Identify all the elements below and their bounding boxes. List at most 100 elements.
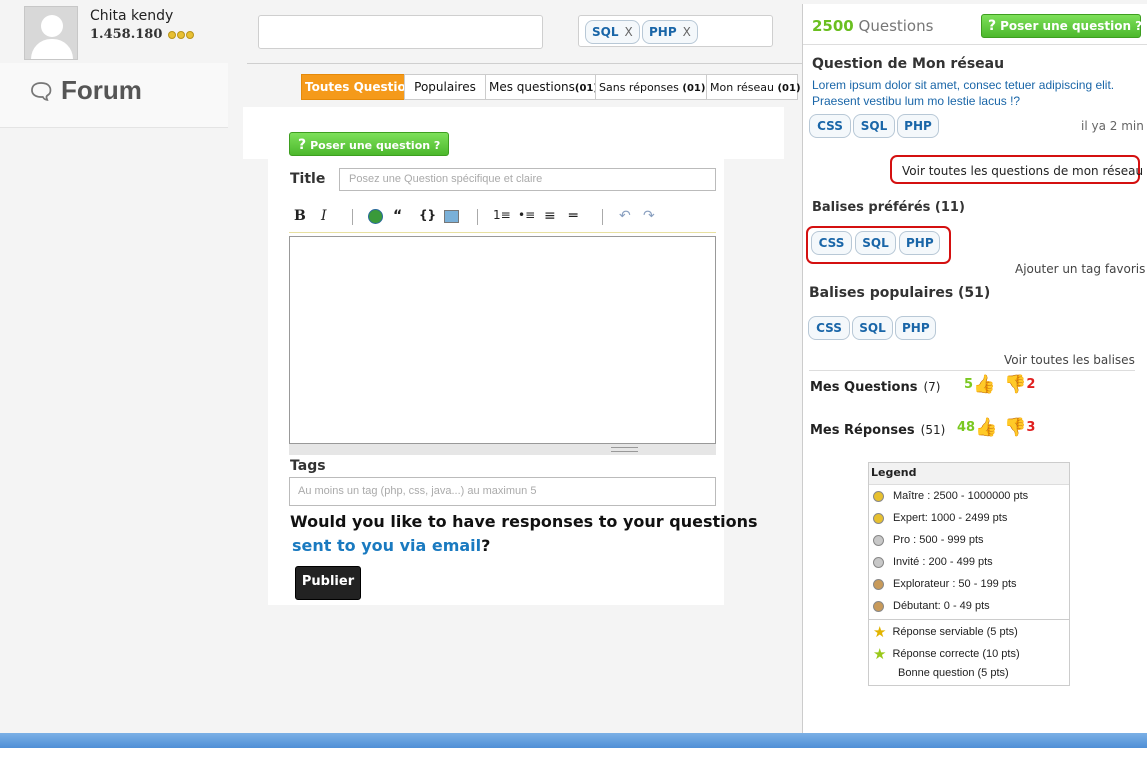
question-icon: ? — [298, 137, 307, 153]
thumbs-up-icon: 👍 — [973, 374, 996, 395]
undo-button[interactable]: ↶ — [619, 208, 631, 224]
title-input[interactable]: Posez une Question spécifique et claire — [339, 168, 716, 191]
code-button[interactable]: {} — [419, 208, 436, 222]
legend-rank-row: Expert: 1000 - 2499 pts — [873, 512, 1007, 524]
tag-filter-chip-php[interactable]: PHP X — [642, 20, 698, 44]
editor-resize-handle[interactable] — [289, 444, 716, 455]
tag-css[interactable]: CSS — [811, 231, 852, 255]
tags-input[interactable]: Au moins un tag (php, css, java...) au m… — [289, 477, 716, 506]
bulleted-list-button[interactable]: •≡ — [518, 208, 535, 222]
bronze-medal-icon — [873, 578, 884, 590]
divider — [809, 370, 1135, 371]
ask-question-button[interactable]: ? Poser une question ? — [289, 132, 449, 156]
tab-all-questions[interactable]: Toutes Question — [301, 74, 414, 100]
view-network-questions-link[interactable]: Voir toutes les questions de mon réseau — [890, 155, 1143, 184]
tab-label: Populaires — [414, 80, 476, 94]
avatar[interactable] — [24, 6, 78, 60]
network-question-title[interactable]: Question de Mon réseau — [812, 56, 1004, 72]
downvote-count: 3 — [1026, 420, 1036, 435]
forum-heading: 🗨 Forum — [27, 75, 142, 106]
tag-filter-input[interactable]: SQL X PHP X — [578, 15, 773, 47]
remove-tag-icon[interactable]: X — [683, 25, 691, 39]
horizontal-rule-button[interactable]: ═ — [569, 208, 577, 224]
align-button[interactable]: ≡ — [544, 208, 556, 224]
tag-css[interactable]: CSS — [809, 114, 851, 138]
tab-popular[interactable]: Populaires — [404, 74, 486, 100]
tab-my-network[interactable]: Mon réseau (01) — [706, 74, 801, 100]
tag-sql[interactable]: SQL — [855, 231, 896, 255]
coin-icon — [176, 30, 185, 39]
answers-upvotes: 48👍 — [957, 417, 998, 438]
ask-question-label: Poser une question ? — [310, 139, 441, 152]
tags-label: Tags — [290, 458, 326, 474]
question-editor[interactable] — [289, 236, 716, 444]
divider — [247, 63, 803, 64]
upvote-count: 48 — [957, 420, 976, 435]
add-favorite-tag-link[interactable]: Ajouter un tag favoris — [1015, 262, 1145, 276]
network-question-description[interactable]: Lorem ipsum dolor sit amet, consec tetue… — [812, 77, 1137, 109]
search-input[interactable] — [258, 15, 543, 49]
link-icon[interactable] — [368, 209, 383, 224]
answers-downvotes: 👎3 — [1004, 417, 1035, 438]
preferred-tags-title: Balises préférés (11) — [812, 200, 965, 215]
title-label: Title — [290, 171, 326, 187]
tag-filter-chip-sql[interactable]: SQL X — [585, 20, 640, 44]
bold-button[interactable]: B — [294, 208, 306, 224]
preferred-tags-count: (11) — [934, 200, 965, 215]
image-icon[interactable] — [444, 210, 459, 223]
tag-css[interactable]: CSS — [808, 316, 850, 340]
upvote-count: 5 — [964, 377, 974, 392]
view-all-tags-link[interactable]: Voir toutes les balises — [1004, 353, 1135, 367]
username[interactable]: Chita kendy — [90, 8, 173, 24]
remove-tag-icon[interactable]: X — [625, 25, 633, 39]
legend-rank-row: Maître : 2500 - 1000000 pts — [873, 490, 1028, 502]
grip-icon — [611, 447, 638, 452]
thumbs-down-icon: 👎 — [1004, 417, 1027, 438]
email-question-line2: sent to you via email? — [292, 536, 490, 555]
legend-reward-row: Bonne question (5 pts) — [898, 667, 1009, 679]
gold-medal-icon — [873, 512, 884, 524]
preferred-tags-label: Balises préférés — [812, 200, 931, 215]
sidebar-ask-question-button[interactable]: ? Poser une question ? — [981, 14, 1142, 38]
tab-my-questions[interactable]: Mes questions(01) — [485, 74, 598, 100]
tag-php[interactable]: PHP — [897, 114, 939, 138]
popular-tags-label: Balises populaires — [809, 285, 954, 301]
question-count-label: Questions — [858, 17, 934, 35]
reward-label: Réponse serviable — [892, 625, 984, 638]
publish-button[interactable]: Publier — [295, 566, 361, 600]
legend-rank-row: Pro : 500 - 999 pts — [873, 534, 984, 546]
rank-label: Débutant — [893, 600, 938, 612]
rank-range: : 200 - 499 pts — [919, 556, 993, 568]
green-star-icon: ★ — [873, 646, 887, 663]
thumbs-up-icon: 👍 — [975, 417, 998, 438]
quote-button[interactable]: “ — [393, 208, 402, 224]
ordered-list-button[interactable]: 1≡ — [493, 208, 511, 222]
email-link[interactable]: sent to you via email — [292, 536, 481, 555]
tag-php[interactable]: PHP — [899, 231, 940, 255]
email-question-line1: Would you like to have responses to your… — [290, 512, 758, 531]
legend-rank-row: Explorateur : 50 - 199 pts — [873, 578, 1017, 590]
divider — [869, 619, 1069, 620]
question-mark: ? — [481, 536, 491, 555]
legend-title: Legend — [871, 466, 917, 479]
tab-unanswered[interactable]: Sans réponses (01) — [595, 74, 707, 100]
legend-reward-row: ★ Réponse serviable (5 pts) — [873, 623, 1018, 641]
my-questions-count: (7) — [923, 380, 941, 394]
bronze-medal-icon — [873, 600, 884, 612]
popular-tags-title: Balises populaires (51) — [809, 285, 990, 301]
my-questions[interactable]: Mes Questions (7) — [810, 380, 940, 395]
toolbar-separator — [352, 209, 353, 225]
user-score: 1.458.180 — [90, 27, 194, 42]
tab-count: (01) — [682, 83, 706, 94]
tag-sql[interactable]: SQL — [853, 114, 895, 138]
redo-button[interactable]: ↷ — [643, 208, 655, 224]
coin-icon — [185, 30, 194, 39]
downvote-count: 2 — [1026, 377, 1036, 392]
tag-sql[interactable]: SQL — [852, 316, 893, 340]
tab-label: Toutes Question — [305, 80, 415, 94]
tag-php[interactable]: PHP — [895, 316, 936, 340]
my-answers[interactable]: Mes Réponses (51) — [810, 423, 945, 438]
rank-range: : 500 - 999 pts — [910, 534, 984, 546]
question-icon: ? — [988, 18, 997, 34]
italic-button[interactable]: I — [321, 208, 327, 224]
